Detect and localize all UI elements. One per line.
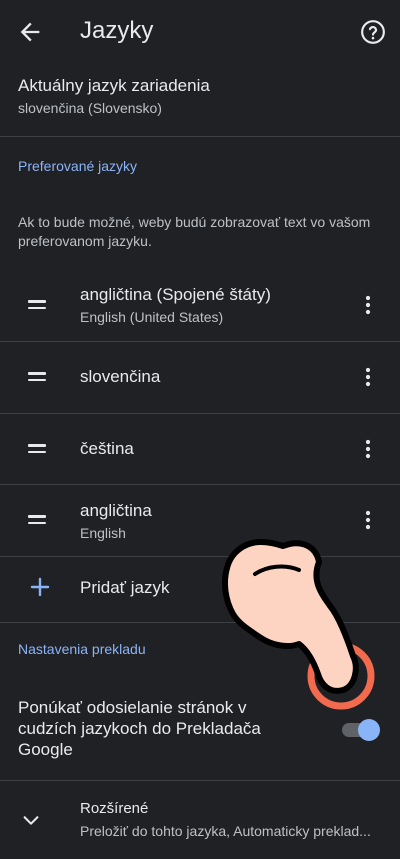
offer-translate-toggle[interactable] xyxy=(342,717,380,743)
advanced-row[interactable]: Rozšírené Preložiť do tohto jazyka, Auto… xyxy=(0,781,400,859)
preferred-languages-description: Ak to bude možné, weby budú zobrazovať t… xyxy=(18,214,371,249)
drag-handle-icon[interactable] xyxy=(28,444,46,453)
app-bar: Jazyky xyxy=(0,0,400,64)
preferred-languages-header: Preferované jazyky xyxy=(18,158,138,174)
more-vert-icon[interactable] xyxy=(358,439,378,459)
add-language-label: Pridať jazyk xyxy=(80,578,170,597)
chevron-down-icon xyxy=(23,816,39,825)
divider xyxy=(0,136,400,137)
more-vert-icon[interactable] xyxy=(358,367,378,387)
divider xyxy=(0,622,400,623)
language-native-name: English xyxy=(80,525,126,541)
language-row-english[interactable]: angličtina English xyxy=(0,485,400,555)
translation-settings-header: Nastavenia prekladu xyxy=(18,641,146,657)
page-title: Jazyky xyxy=(80,17,154,44)
arrow-back-icon[interactable] xyxy=(16,18,44,46)
drag-handle-icon[interactable] xyxy=(28,300,46,309)
device-language-value: slovenčina (Slovensko) xyxy=(18,100,162,116)
toggle-thumb xyxy=(358,719,380,741)
advanced-title: Rozšírené xyxy=(80,800,149,817)
language-row-english-us[interactable]: angličtina (Spojené štáty) English (Unit… xyxy=(0,270,400,340)
help-circle-icon[interactable] xyxy=(360,19,386,45)
device-language: Aktuálny jazyk zariadenia slovenčina (Sl… xyxy=(18,76,382,116)
language-row-slovak[interactable]: slovenčina xyxy=(0,342,400,412)
language-row-czech[interactable]: čeština xyxy=(0,414,400,484)
drag-handle-icon[interactable] xyxy=(28,372,46,381)
language-name: slovenčina xyxy=(80,367,161,386)
more-vert-icon[interactable] xyxy=(358,510,378,530)
offer-translate-label: Ponúkať odosielanie stránok v cudzích ja… xyxy=(18,698,261,759)
language-name: angličtina (Spojené štáty) xyxy=(80,285,271,304)
plus-icon xyxy=(30,577,50,597)
language-native-name: English (United States) xyxy=(80,309,224,325)
more-vert-icon[interactable] xyxy=(358,295,378,315)
language-name: angličtina xyxy=(80,501,152,520)
drag-handle-icon[interactable] xyxy=(28,515,46,524)
advanced-summary: Preložiť do tohto jazyka, Automaticky pr… xyxy=(80,823,371,839)
language-name: čeština xyxy=(80,439,134,458)
device-language-label: Aktuálny jazyk zariadenia xyxy=(18,76,210,95)
add-language-button[interactable]: Pridať jazyk xyxy=(0,556,400,622)
